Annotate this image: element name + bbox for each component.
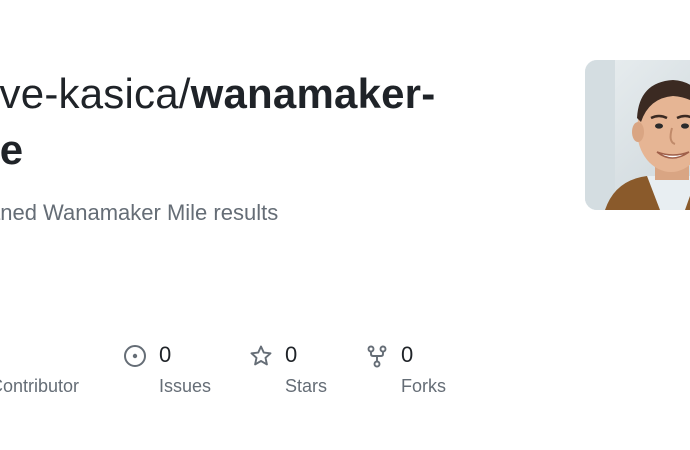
stars-count: 0: [285, 342, 298, 367]
repo-description: aned Wanamaker Mile results: [0, 200, 279, 225]
forks-label: Forks: [401, 376, 446, 396]
forks-count: 0: [401, 342, 414, 367]
repo-name[interactable]: wanamaker-: [191, 70, 436, 117]
repo-forked-icon: [365, 344, 389, 368]
repo-name-continued[interactable]: ile: [0, 126, 23, 173]
repo-stats: Contributor 0 Issues 0 Stars: [0, 338, 690, 408]
contributors-label: Contributor: [0, 376, 80, 396]
issues-count: 0: [159, 342, 172, 367]
repo-social-card: eve-kasica/wanamaker- ile aned Wanamaker…: [0, 0, 690, 450]
issues-label: Issues: [159, 376, 212, 396]
star-icon: [249, 344, 273, 368]
stars-label: Stars: [285, 376, 328, 396]
repo-owner[interactable]: eve-kasica/: [0, 70, 191, 117]
user-avatar-photo: [585, 60, 690, 210]
avatar[interactable]: [585, 60, 690, 210]
repo-title[interactable]: eve-kasica/wanamaker- ile: [0, 66, 536, 178]
issue-opened-icon: [123, 344, 147, 368]
